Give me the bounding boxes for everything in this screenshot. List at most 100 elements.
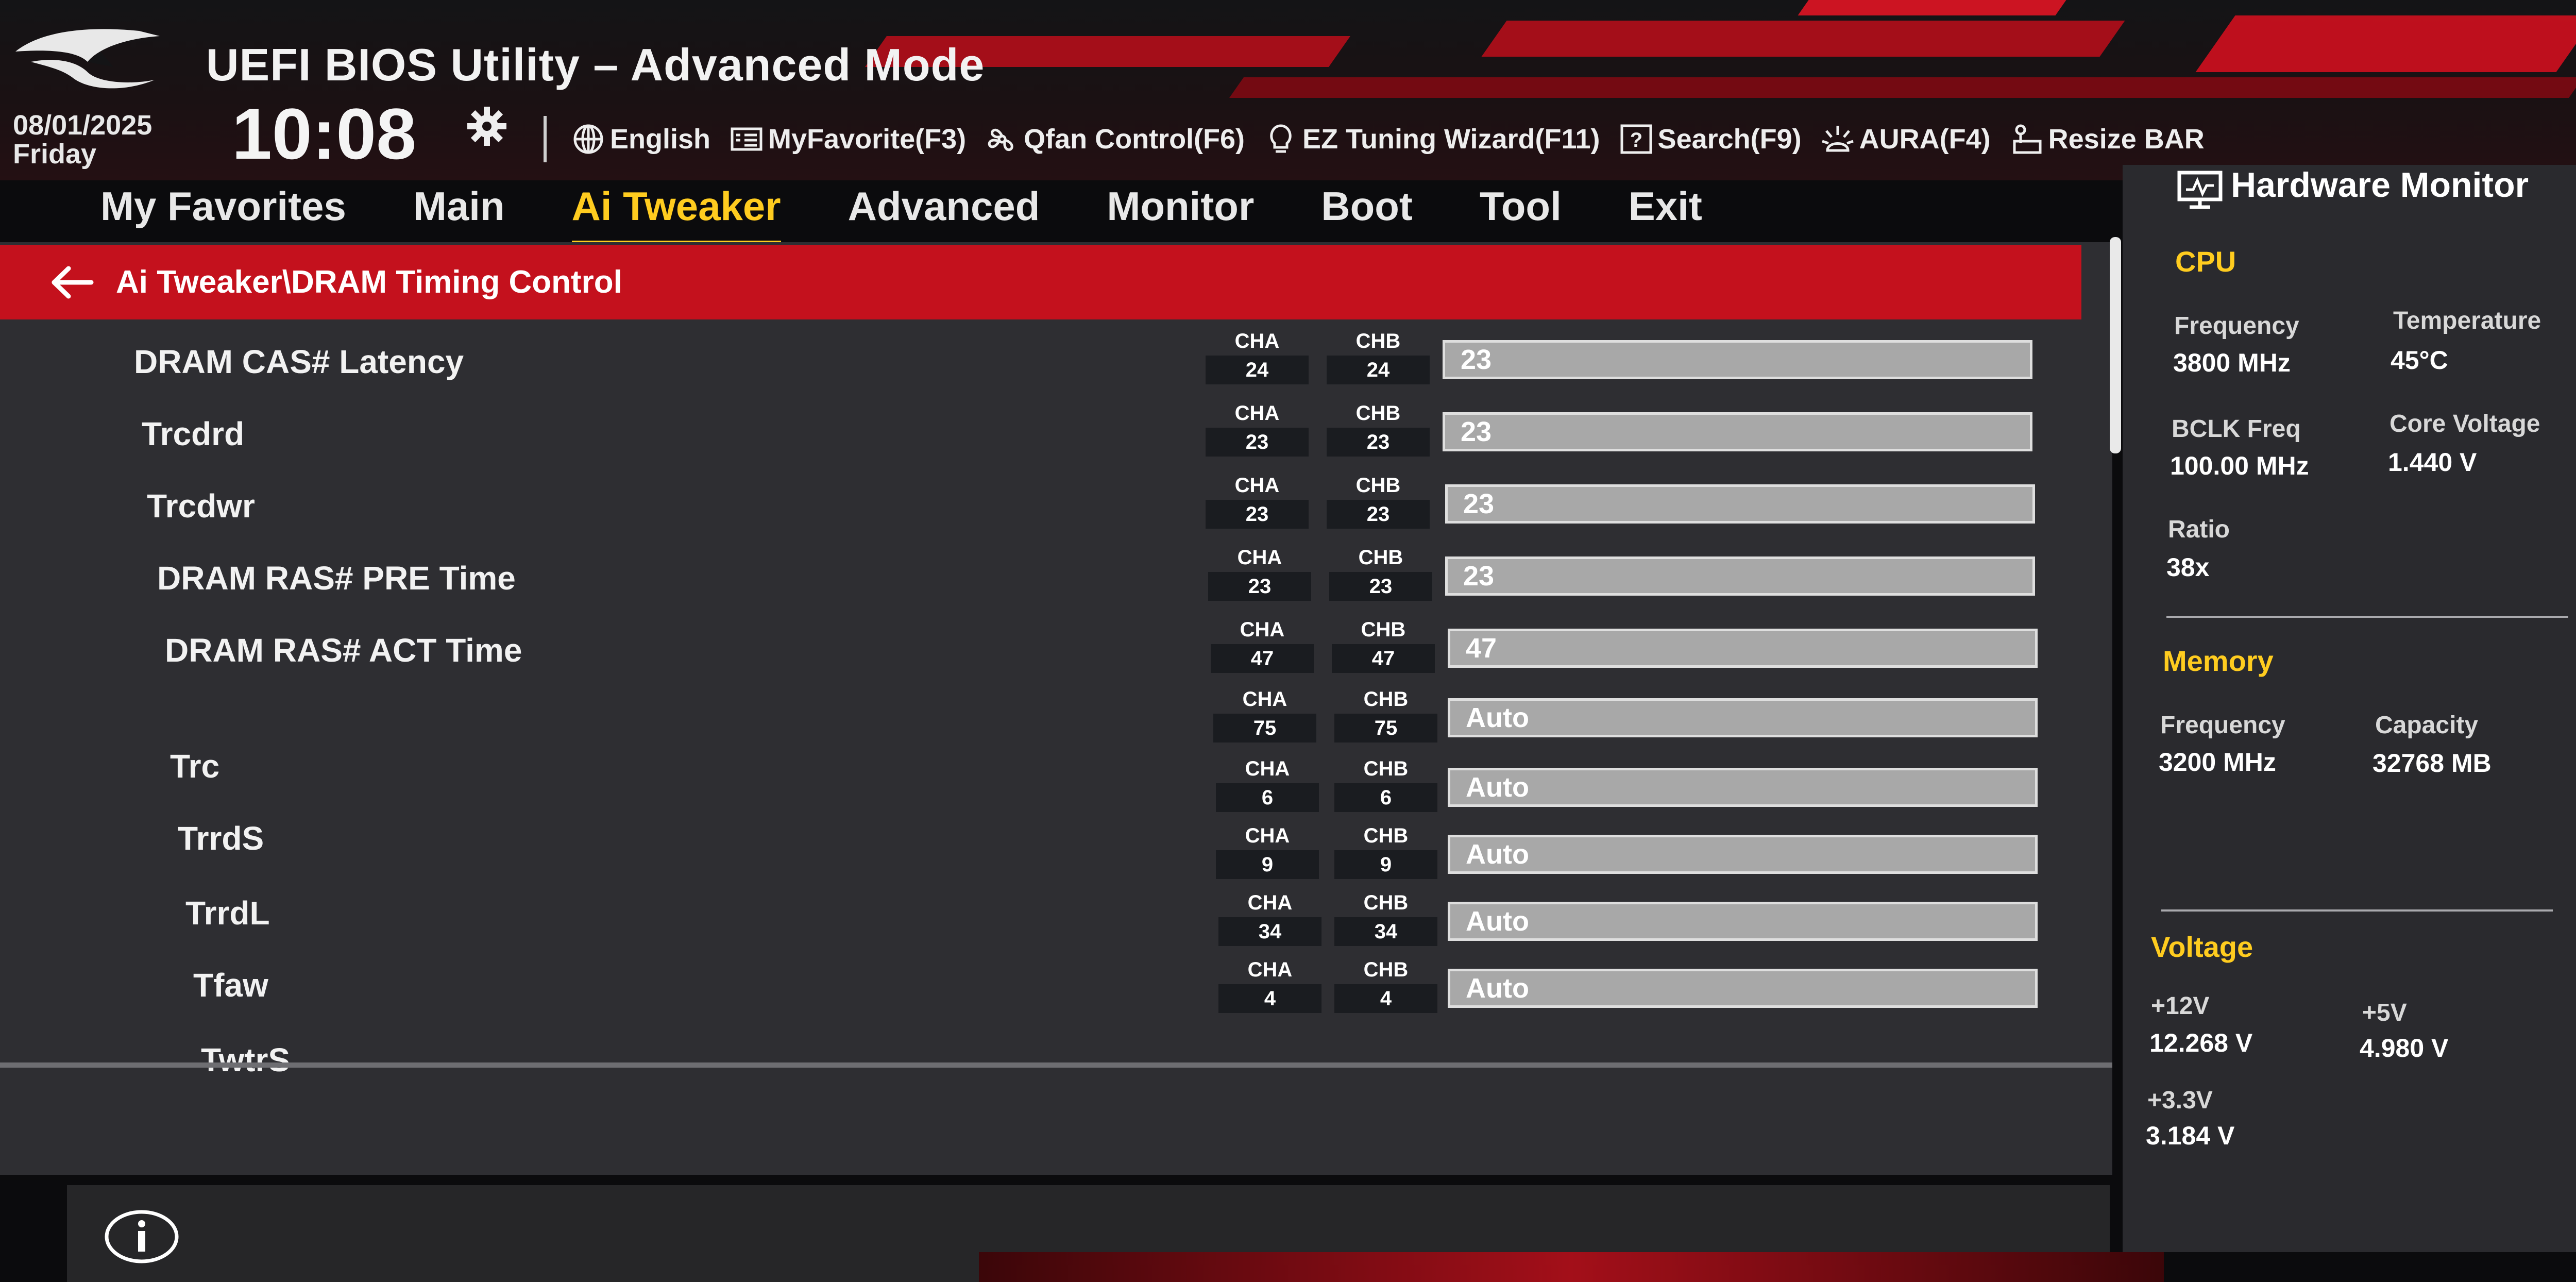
globe-icon: [573, 124, 603, 154]
chb-label: CHB: [1363, 958, 1409, 981]
info-icon[interactable]: [103, 1208, 180, 1265]
chb-value: 24: [1327, 356, 1430, 384]
bclk-value: 100.00 MHz: [2170, 451, 2309, 480]
decor-streak: [1481, 21, 2125, 57]
cha-value: 9: [1216, 850, 1319, 879]
value-input[interactable]: Auto: [1448, 768, 2038, 807]
value-input[interactable]: 23: [1443, 340, 2032, 379]
setting-row-tfaw[interactable]: Tfaw CHA 34 CHB 34 Auto: [0, 891, 2112, 1004]
tab-my-favorites[interactable]: My Favorites: [100, 183, 346, 245]
setting-row-twtrs[interactable]: TwtrS CHA 4 CHB 4 Auto: [0, 958, 2112, 1078]
monitor-icon: [2177, 171, 2223, 209]
chb-value: 23: [1327, 500, 1430, 529]
bulb-icon: [1270, 124, 1292, 153]
aura-label: AURA(F4): [1859, 124, 1991, 155]
setting-row-trcdrd[interactable]: Trcdrd CHA 23 CHB 23 23: [0, 402, 2112, 469]
value-input[interactable]: Auto: [1448, 902, 2038, 941]
chb-readout: CHB 23: [1327, 402, 1430, 459]
cha-label: CHA: [1234, 474, 1280, 497]
chb-label: CHB: [1355, 402, 1401, 425]
v33-value: 3.184 V: [2146, 1121, 2235, 1150]
date-text: 08/01/2025: [13, 110, 152, 141]
cha-label: CHA: [1234, 330, 1280, 352]
cha-label: CHA: [1245, 824, 1290, 847]
setting-row-dram-ras-pre-time[interactable]: DRAM RAS# PRE Time CHA 23 CHB 23 23: [0, 546, 2112, 613]
gear-icon[interactable]: [466, 106, 507, 147]
ez-tuning-wizard-button[interactable]: EZ Tuning Wizard(F11): [1264, 123, 1600, 156]
setting-row-trcdwr[interactable]: Trcdwr CHA 23 CHB 23 23: [0, 474, 2112, 541]
setting-row-trc[interactable]: Trc CHA 75 CHB 75 Auto: [0, 688, 2112, 785]
aura-button[interactable]: AURA(F4): [1821, 123, 1991, 156]
tab-monitor[interactable]: Monitor: [1107, 183, 1254, 245]
v33-label: +3.3V: [2147, 1087, 2213, 1114]
cpu-temperature-value: 45°C: [2391, 346, 2448, 375]
value-input[interactable]: Auto: [1448, 698, 2038, 737]
tab-main[interactable]: Main: [413, 183, 505, 245]
tab-boot[interactable]: Boot: [1321, 183, 1413, 245]
resize-bar-button[interactable]: Resize BAR: [2010, 123, 2205, 156]
tab-exit[interactable]: Exit: [1629, 183, 1702, 245]
fan-icon: [988, 128, 1013, 151]
setting-label: DRAM RAS# ACT Time: [165, 632, 522, 669]
cha-value: 24: [1206, 356, 1309, 384]
qfan-control-label: Qfan Control(F6): [1024, 124, 1245, 155]
day-text: Friday: [13, 139, 97, 170]
chb-readout: CHB 34: [1334, 891, 1437, 948]
decor-streak: [1229, 77, 2576, 98]
setting-row-dram-cas-latency[interactable]: DRAM CAS# Latency CHA 24 CHB 24 23: [0, 330, 2112, 397]
value-input[interactable]: 23: [1443, 412, 2032, 451]
cha-label: CHA: [1247, 891, 1293, 914]
back-arrow-icon[interactable]: [49, 264, 95, 300]
bottom-decor-glow: [979, 1252, 2164, 1282]
tab-ai-tweaker[interactable]: Ai Tweaker: [571, 183, 781, 245]
chb-value: 23: [1327, 428, 1430, 457]
language-label: English: [610, 124, 711, 155]
hw-divider: [2166, 616, 2568, 618]
value-input[interactable]: Auto: [1448, 969, 2038, 1008]
v5-label: +5V: [2362, 999, 2407, 1026]
favorite-icon: [731, 127, 762, 151]
search-button[interactable]: ? Search(F9): [1620, 123, 1802, 156]
memory-section-title: Memory: [2163, 645, 2274, 677]
value-input[interactable]: Auto: [1448, 835, 2038, 874]
setting-row-dram-ras-act-time[interactable]: DRAM RAS# ACT Time CHA 47 CHB 47 47: [0, 618, 2112, 685]
setting-label: DRAM CAS# Latency: [134, 343, 464, 380]
chb-value: 23: [1329, 572, 1432, 601]
cha-value: 23: [1206, 428, 1309, 457]
list-bottom-divider: [0, 1062, 2112, 1068]
setting-row-trrds[interactable]: TrrdS CHA 6 CHB 6 Auto: [0, 757, 2112, 857]
cha-readout: CHA 24: [1206, 330, 1309, 386]
chb-value: 34: [1334, 917, 1437, 946]
cha-value: 47: [1211, 644, 1314, 673]
value-input[interactable]: 23: [1445, 556, 2035, 596]
cha-label: CHA: [1247, 958, 1293, 981]
search-label: Search(F9): [1657, 124, 1802, 155]
header-toolbar: English MyFavorite(F3) Qfan Control(F6): [572, 113, 2205, 165]
cha-label: CHA: [1237, 546, 1282, 569]
chb-label: CHB: [1358, 546, 1403, 569]
myfavorite-button[interactable]: MyFavorite(F3): [730, 123, 966, 156]
cha-readout: CHA 23: [1206, 402, 1309, 459]
setting-row-trrdl[interactable]: TrrdL CHA 9 CHB 9 Auto: [0, 824, 2112, 932]
chb-readout: CHB 24: [1327, 330, 1430, 386]
chb-readout: CHB 75: [1334, 688, 1437, 745]
cha-readout: CHA 75: [1213, 688, 1316, 745]
cpu-section-title: CPU: [2175, 245, 2236, 278]
tab-tool[interactable]: Tool: [1480, 183, 1562, 245]
chb-readout: CHB 47: [1332, 618, 1435, 675]
chb-readout: CHB 9: [1334, 824, 1437, 881]
chb-label: CHB: [1363, 688, 1409, 711]
resize-bar-label: Resize BAR: [2048, 124, 2205, 155]
language-button[interactable]: English: [572, 123, 710, 156]
qfan-control-button[interactable]: Qfan Control(F6): [986, 123, 1245, 156]
value-input[interactable]: 47: [1448, 629, 2038, 668]
cpu-frequency-value: 3800 MHz: [2173, 348, 2291, 377]
clock-display[interactable]: 10:08: [232, 98, 416, 170]
value-input[interactable]: 23: [1445, 484, 2035, 524]
core-voltage-label: Core Voltage: [2389, 410, 2540, 437]
cha-readout: CHA 23: [1208, 546, 1311, 603]
ratio-value: 38x: [2166, 553, 2210, 582]
tab-advanced[interactable]: Advanced: [848, 183, 1040, 245]
chb-label: CHB: [1361, 618, 1406, 641]
help-icon: ?: [1620, 124, 1652, 154]
